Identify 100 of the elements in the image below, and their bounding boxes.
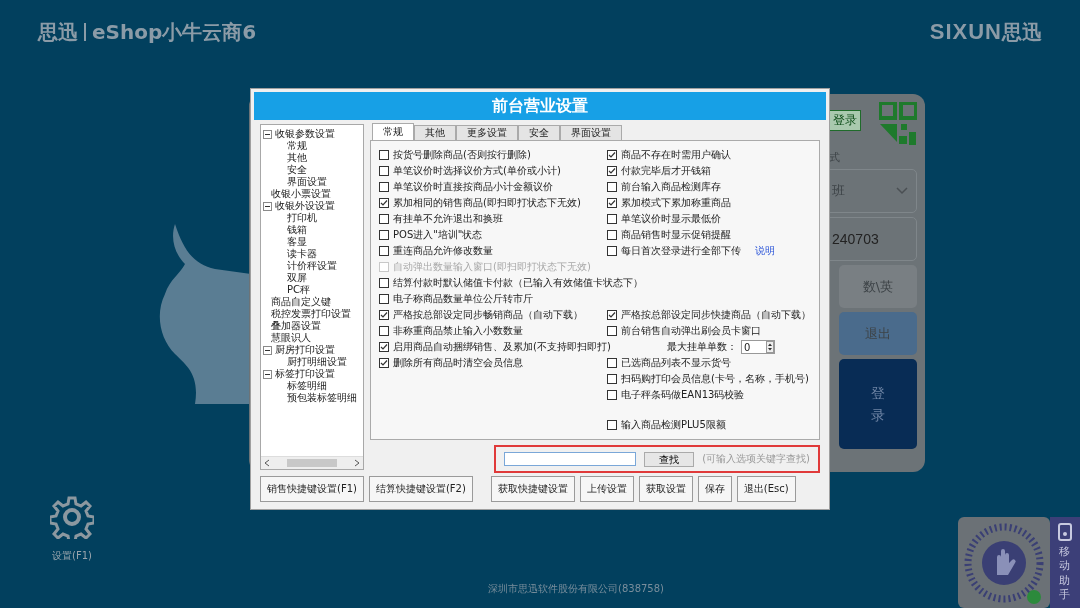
tree-item[interactable]: 叠加器设置 [263, 320, 321, 332]
help-link[interactable]: 说明 [755, 244, 775, 258]
settings-icon[interactable] [50, 495, 94, 539]
option-label: 删除所有商品时清空会员信息 [393, 356, 523, 370]
product-name: eShop小牛云商6 [92, 18, 257, 46]
checkbox[interactable] [379, 182, 389, 192]
checkbox[interactable] [379, 230, 389, 240]
login-tag[interactable]: 登录 [829, 110, 861, 131]
tree-item[interactable]: 厨房打印设置 [275, 344, 335, 356]
option-label: 累加模式下累加称重商品 [621, 196, 731, 210]
checkbox[interactable] [607, 326, 617, 336]
tab[interactable]: 常规 [372, 123, 414, 140]
checkbox[interactable] [607, 198, 617, 208]
phone-icon [1058, 523, 1072, 541]
option-label: 前台销售自动弹出刷会员卡窗口 [621, 324, 761, 338]
checkbox[interactable] [607, 214, 617, 224]
tree-item[interactable]: 标签打印设置 [275, 368, 335, 380]
checkbox[interactable] [607, 246, 617, 256]
dialog-button[interactable]: 结算快捷键设置(F2) [368, 476, 473, 502]
horizontal-scrollbar[interactable] [261, 456, 363, 469]
checkbox[interactable] [379, 326, 389, 336]
option-label: 单笔议价时显示最低价 [621, 212, 721, 226]
tree-item[interactable]: 计价秤设置 [287, 260, 337, 272]
option-label: POS进入"培训"状态 [393, 228, 483, 242]
dialog-button[interactable]: 退出(Esc) [736, 476, 796, 502]
tree-item[interactable]: 常规 [287, 140, 307, 152]
tree-item[interactable]: 收银参数设置 [275, 128, 335, 140]
checkbox[interactable] [379, 358, 389, 368]
tree-item[interactable]: 钱箱 [287, 224, 307, 236]
tab[interactable]: 其他 [414, 125, 456, 140]
tree-item[interactable]: 收银外设设置 [275, 200, 335, 212]
option-label: 非称重商品禁止输入小数数量 [393, 324, 523, 338]
option-label: 扫码购打印会员信息(卡号，名称，手机号) [621, 372, 809, 386]
option-label: 有挂单不允许退出和换班 [393, 212, 503, 226]
dialog-button[interactable]: 获取快捷键设置 [490, 476, 575, 502]
tree-item[interactable]: 慧眼识人 [263, 332, 311, 344]
checkbox[interactable] [379, 198, 389, 208]
search-field[interactable] [504, 452, 637, 466]
option-label: 单笔议价时选择议价方式(单价或小计) [393, 164, 561, 178]
option-label: 已选商品列表不显示货号 [621, 356, 731, 370]
tree-item[interactable]: 收银小票设置 [263, 188, 331, 200]
checkbox[interactable] [607, 166, 617, 176]
scroll-right-icon[interactable] [354, 459, 360, 467]
dialog-title: 前台营业设置 [492, 95, 588, 117]
search-hint: (可输入选项关键字查找) [702, 452, 810, 466]
spinner-arrows-icon[interactable] [766, 341, 774, 353]
tab[interactable]: 安全 [518, 125, 560, 140]
option-label: 商品不存在时需用户确认 [621, 148, 731, 162]
checkbox[interactable] [607, 358, 617, 368]
option-label: 结算付款时默认储值卡付款（已输入有效储值卡状态下） [393, 276, 643, 290]
checkbox[interactable] [607, 230, 617, 240]
checkbox[interactable] [379, 150, 389, 160]
checkbox[interactable] [379, 278, 389, 288]
tree-item[interactable]: 界面设置 [287, 176, 327, 188]
checkbox[interactable] [379, 166, 389, 176]
scroll-left-icon[interactable] [264, 459, 270, 467]
settings-label[interactable]: 设置(F1) [52, 549, 92, 563]
dialog-button[interactable]: 上传设置 [579, 476, 634, 502]
dialog-button[interactable]: 保存 [697, 476, 732, 502]
number-field[interactable]: 0 [741, 340, 775, 354]
tree-item[interactable]: 税控发票打印设置 [263, 308, 351, 320]
option-label: 每日首次登录进行全部下传 [621, 244, 741, 258]
checkbox[interactable] [607, 420, 617, 430]
tree-item[interactable]: 商品自定义键 [263, 296, 331, 308]
checkbox[interactable] [607, 390, 617, 400]
logo-text: 思迅 [38, 18, 78, 46]
tree-item[interactable]: 预包装标签明细 [287, 392, 357, 404]
tree-item[interactable]: 打印机 [287, 212, 317, 224]
tree-item[interactable]: 双屏 [287, 272, 307, 284]
checkbox[interactable] [379, 246, 389, 256]
checkbox[interactable] [379, 310, 389, 320]
option-label: 前台输入商品检测库存 [621, 180, 721, 194]
tree-item[interactable]: 客显 [287, 236, 307, 248]
checkbox[interactable] [379, 214, 389, 224]
collapse-toggle-icon[interactable] [263, 129, 272, 139]
brand-logo-name: 思迅 [1002, 18, 1042, 46]
tab[interactable]: 界面设置 [560, 125, 622, 140]
tree-item[interactable]: 读卡器 [287, 248, 317, 260]
search-button[interactable]: 查找 [644, 451, 695, 467]
checkbox[interactable] [607, 150, 617, 160]
tree-item[interactable]: 其他 [287, 152, 307, 164]
login-button[interactable]: 登录 [839, 359, 917, 449]
collapse-toggle-icon[interactable] [263, 369, 272, 379]
checkbox[interactable] [607, 310, 617, 320]
checkbox[interactable] [379, 342, 389, 352]
mini-program-code-icon[interactable] [958, 517, 1050, 608]
checkbox[interactable] [607, 374, 617, 384]
collapse-toggle-icon[interactable] [263, 201, 272, 211]
tree-item[interactable]: 厨打明细设置 [287, 356, 347, 368]
tree-item[interactable]: 安全 [287, 164, 307, 176]
dialog-button[interactable]: 销售快捷键设置(F1) [260, 476, 364, 502]
mobile-helper-tab[interactable]: 移动助手 [1050, 517, 1080, 608]
checkbox[interactable] [379, 294, 389, 304]
option-label: 单笔议价时直接按商品小计金额议价 [393, 180, 553, 194]
dialog-button[interactable]: 获取设置 [638, 476, 693, 502]
tree-item[interactable]: 标签明细 [287, 380, 327, 392]
checkbox[interactable] [607, 182, 617, 192]
tab[interactable]: 更多设置 [456, 125, 518, 140]
collapse-toggle-icon[interactable] [263, 345, 272, 355]
tree-item[interactable]: PC秤 [287, 284, 310, 296]
